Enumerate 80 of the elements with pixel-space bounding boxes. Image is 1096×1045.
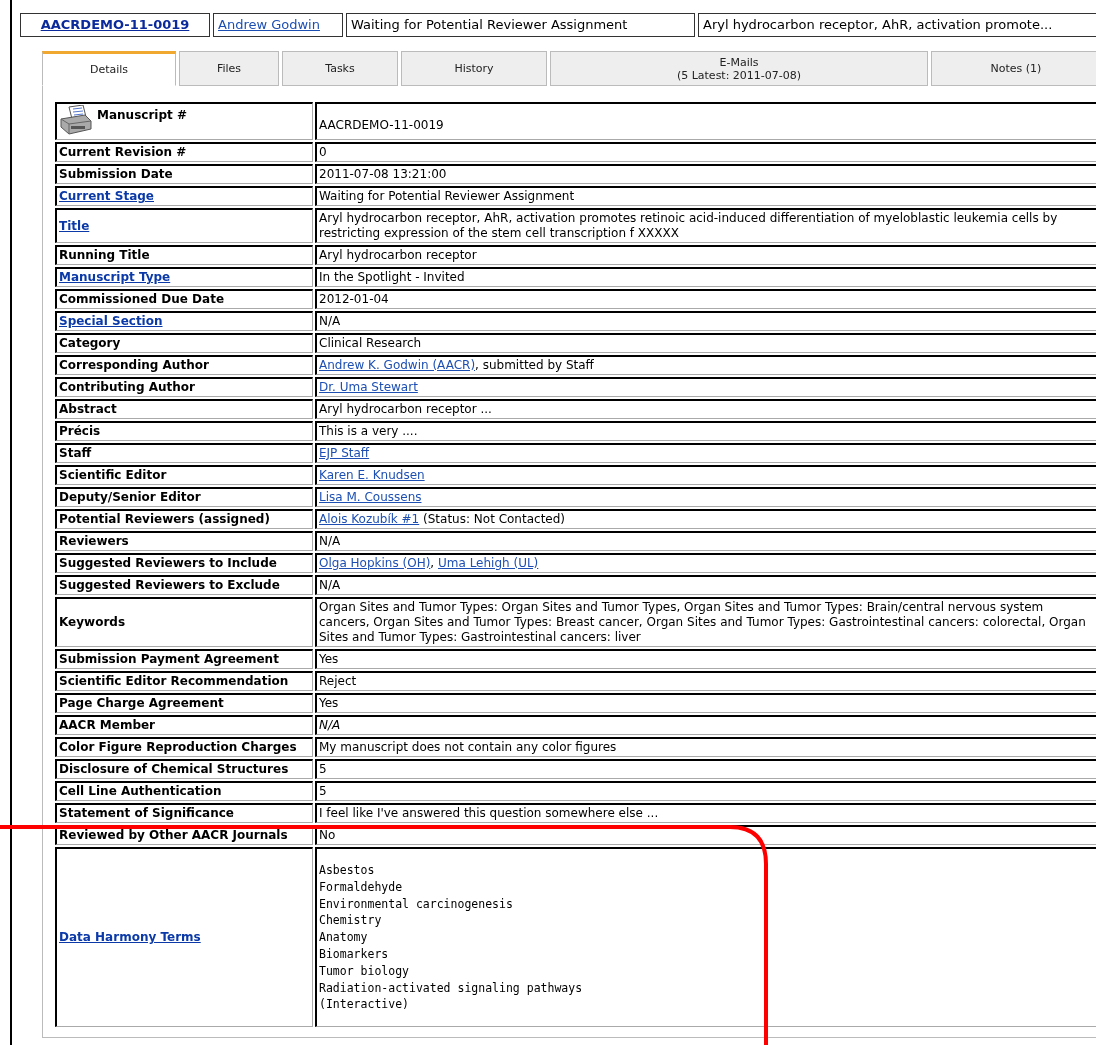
field-label: Category	[59, 336, 121, 350]
field-label: Manuscript #	[97, 108, 187, 123]
term-line: (Interactive)	[319, 996, 410, 1014]
value-text: (Status: Not Contacted)	[422, 512, 566, 526]
field-value: 5	[315, 781, 1096, 801]
field-value: Yes	[315, 649, 1096, 669]
field-label: Submission Date	[59, 167, 173, 181]
field-value: N/A	[315, 311, 1096, 331]
field-link[interactable]: Data Harmony Terms	[59, 930, 201, 945]
field-label: Corresponding Author	[59, 358, 209, 372]
tab[interactable]: E-Mails (5 Latest: 2011-07-08)	[550, 51, 928, 86]
field-value: In the Spotlight - Invited	[315, 267, 1096, 287]
field-label: Disclosure of Chemical Structures	[59, 762, 289, 776]
value-text: ,	[430, 556, 436, 570]
tab[interactable]: Files	[179, 51, 279, 86]
field-label: Suggested Reviewers to Include	[59, 556, 277, 570]
field-value: AACRDEMO-11-0019	[315, 102, 1096, 140]
person-link[interactable]: Andrew K. Godwin (AACR)	[319, 358, 476, 372]
field-label: Abstract	[59, 402, 117, 416]
person-link[interactable]: Karen E. Knudsen	[319, 468, 425, 482]
field-label: Page Charge Agreement	[59, 696, 224, 710]
field-value: Reject	[315, 671, 1096, 691]
tab[interactable]: History	[401, 51, 547, 86]
field-label: Color Figure Reproduction Charges	[59, 740, 297, 754]
field-value: N/A	[315, 575, 1096, 595]
field-value: Aryl hydrocarbon receptor ...	[315, 399, 1096, 419]
field-label: AACR Member	[59, 718, 156, 732]
tab[interactable]: Tasks	[282, 51, 398, 86]
person-link[interactable]: EJP Staff	[319, 446, 370, 460]
term-line: Formaldehyde	[319, 878, 404, 896]
field-value: 2011-07-08 13:21:00	[315, 164, 1096, 184]
person-link[interactable]: Dr. Uma Stewart	[319, 380, 418, 394]
field-value: 0	[315, 142, 1096, 162]
field-label: Scientific Editor	[59, 468, 167, 482]
field-link[interactable]: Title	[59, 218, 90, 233]
field-label: Keywords	[59, 615, 126, 629]
field-label: Contributing Author	[59, 380, 195, 394]
tab[interactable]: Details	[42, 51, 176, 86]
value-text: , submitted by Staff	[475, 358, 594, 372]
field-label: Scientific Editor Recommendation	[59, 674, 289, 688]
field-value: No	[315, 825, 1096, 845]
term-line: Radiation-activated signaling pathways	[319, 979, 584, 997]
field-value: Clinical Research	[315, 333, 1096, 353]
field-label: Cell Line Authentication	[59, 784, 222, 798]
tab[interactable]: Notes (1)	[931, 51, 1096, 86]
field-label: Current Revision #	[59, 145, 187, 159]
person-link[interactable]: Lisa M. Coussens	[319, 490, 422, 504]
field-value: 2012-01-04	[315, 289, 1096, 309]
field-label: Reviewers	[59, 534, 129, 548]
field-value: Aryl hydrocarbon receptor	[315, 245, 1096, 265]
term-line: Asbestos	[319, 862, 376, 879]
field-value: 5	[315, 759, 1096, 779]
field-label: Running Title	[59, 248, 150, 262]
term-line: Biomarkers	[319, 946, 390, 963]
field-label: Deputy/Senior Editor	[59, 490, 201, 504]
field-label: Commissioned Due Date	[59, 292, 225, 306]
field-value: N/A	[315, 531, 1096, 551]
field-value: Organ Sites and Tumor Types: Organ Sites and Tumor Types, Organ Sites and Tumor Types: Brain/central nervous system cancers, Organ Sites and Tumor Types: Breast cancer, Organ Sites and Tumor Types: Gastrointestinal cancers: colorectal, Organ Sites and Tumor Types: Gastrointestinal cancers: liver	[315, 597, 1096, 647]
field-label: Staff	[59, 446, 92, 460]
field-value: I feel like I've answered this question somewhere else ...	[315, 803, 1096, 823]
person-link[interactable]: Alois Kozubík #1	[319, 512, 420, 526]
term-line: Tumor biology	[319, 962, 410, 980]
field-label: Reviewed by Other AACR Journals	[59, 828, 288, 842]
field-value: Waiting for Potential Reviewer Assignment	[315, 186, 1096, 206]
field-value: N/A	[315, 715, 1096, 735]
field-value: My manuscript does not contain any color figures	[315, 737, 1096, 757]
person-link[interactable]: Uma Lehigh (UL)	[438, 556, 539, 570]
printer-icon	[59, 105, 93, 135]
field-label: Submission Payment Agreement	[59, 652, 279, 666]
term-line: Chemistry	[319, 912, 383, 930]
term-line: Anatomy	[319, 929, 369, 946]
field-value: This is a very ....	[315, 421, 1096, 441]
field-label: Statement of Significance	[59, 806, 234, 820]
field-value: Yes	[315, 693, 1096, 713]
person-link[interactable]: Olga Hopkins (OH)	[319, 556, 431, 570]
term-line: Environmental carcinogenesis	[319, 895, 514, 913]
field-label: Suggested Reviewers to Exclude	[59, 578, 280, 592]
field-value: Aryl hydrocarbon receptor, AhR, activation promotes retinoic acid-induced differentiation of myeloblastic leukemia cells by restricting expression of the stem cell transcription f XXXXX	[315, 208, 1096, 243]
field-label: Potential Reviewers (assigned)	[59, 512, 270, 526]
field-label: Précis	[59, 424, 101, 438]
